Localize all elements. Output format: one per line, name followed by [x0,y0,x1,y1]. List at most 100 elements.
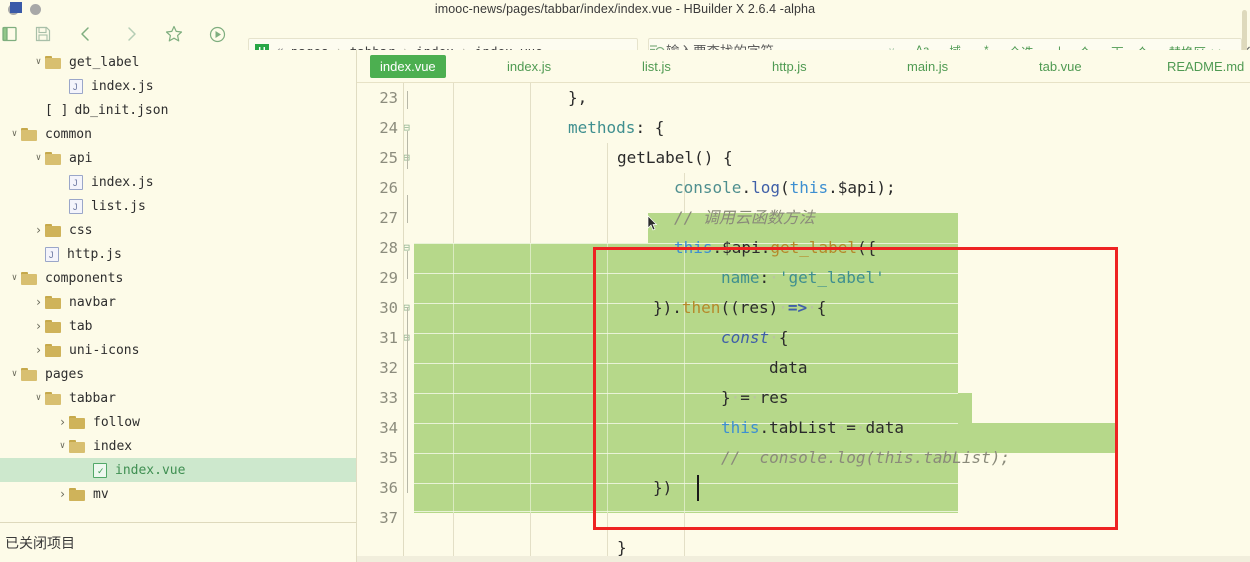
main-toolbar: U « pages › tabbar › index › index.vue ∨… [0,18,1250,64]
hbuilderx-window: imooc-news/pages/tabbar/index/index.vue … [0,0,1250,562]
chevron-down-icon[interactable]: ∨ [32,56,45,69]
folder-icon [45,319,62,333]
code-view[interactable]: 2324⊟25⊟262728⊟2930⊟31⊟323334353637 [357,83,1250,562]
tree-item-label: tabbar [69,390,116,406]
tree-item-label: common [45,126,92,142]
folder-icon [69,439,86,453]
folder-icon [21,367,38,381]
editor-tab-readme-md[interactable]: README.md [1157,55,1250,78]
folder-icon [21,271,38,285]
tree-item-get-label[interactable]: ∨ get_label [0,50,356,74]
chevron-right-icon[interactable]: › [32,343,45,357]
tree-item-label: index.vue [115,462,186,478]
tree-item-label: uni-icons [69,342,140,358]
project-file-tree[interactable]: ∨ get_label Jindex.js[ ] db_init.json ∨ commo… [0,50,356,522]
chevron-right-icon[interactable]: › [32,319,45,333]
panel-icon[interactable] [0,22,22,46]
tree-item-list-js[interactable]: Jlist.js [0,194,356,218]
editor-tab-http-js[interactable]: http.js [762,55,817,78]
chevron-down-icon[interactable]: ∨ [8,272,21,285]
line-number: 30 [379,299,398,317]
code-text-body[interactable]: }, methods: { getLabel() { console.log(t… [414,83,1250,562]
text-caret [697,475,699,501]
folder-icon [69,415,86,429]
tree-item-pages[interactable]: ∨ pages [0,362,356,386]
code-line[interactable]: // console.log(this.tabList); [721,443,1010,473]
save-icon[interactable] [31,22,55,46]
chevron-right-icon[interactable]: › [32,295,45,309]
code-line[interactable]: name:·'get_label' [721,263,885,293]
editor-tab-tab-vue[interactable]: tab.vue [1029,55,1092,78]
selection-gridline [414,333,958,334]
tree-item-index-js[interactable]: Jindex.js [0,74,356,98]
editor-tab-main-js[interactable]: main.js [897,55,958,78]
run-icon[interactable] [205,22,229,46]
tree-item-api[interactable]: ∨ api [0,146,356,170]
line-number: 27 [379,209,398,227]
tree-item-follow[interactable]: › follow [0,410,356,434]
tree-item-http-js[interactable]: Jhttp.js [0,242,356,266]
code-line[interactable]: }, [568,83,587,113]
js-file-icon: J [45,246,59,262]
code-line[interactable]: data [769,353,808,383]
line-number: 35 [379,449,398,467]
editor-tab-index-js[interactable]: index.js [497,55,561,78]
tree-item-label: mv [93,486,109,502]
line-number: 23 [379,89,398,107]
json-icon: [ ] [45,102,69,118]
tree-item-label: pages [45,366,85,382]
code-line[interactable]: const·{ [721,323,788,353]
tree-item-label: follow [93,414,140,430]
chevron-right-icon[interactable]: › [32,223,45,237]
tree-item-index-js[interactable]: Jindex.js [0,170,356,194]
tree-item-tabbar[interactable]: ∨ tabbar [0,386,356,410]
back-icon[interactable] [74,22,98,46]
tree-item-tab[interactable]: › tab [0,314,356,338]
forward-icon[interactable] [119,22,143,46]
folder-icon [45,55,62,69]
tree-item-css[interactable]: › css [0,218,356,242]
code-line[interactable]: this.$api.get_label({ [674,233,876,263]
chevron-down-icon[interactable]: ∨ [8,368,21,381]
chevron-right-icon[interactable]: › [56,415,69,429]
js-file-icon: J [69,198,83,214]
chevron-down-icon[interactable]: ∨ [56,440,69,453]
tree-item-index[interactable]: ∨ index [0,434,356,458]
status-bar: 已关闭项目 [0,522,356,562]
tree-item-navbar[interactable]: › navbar [0,290,356,314]
tree-item-uni-icons[interactable]: › uni-icons [0,338,356,362]
tree-item-common[interactable]: ∨ common [0,122,356,146]
editor-tab-index-vue[interactable]: index.vue [370,55,446,78]
title-bar: imooc-news/pages/tabbar/index/index.vue … [0,0,1250,18]
chevron-right-icon[interactable]: › [56,487,69,501]
tree-item-index-vue[interactable]: ✓ index.vue [0,458,356,482]
star-icon[interactable] [162,22,186,46]
code-line[interactable]: console.log(this.$api); [674,173,896,203]
code-line[interactable]: // 调用云函数方法 [674,203,815,233]
chevron-down-icon[interactable]: ∨ [32,392,45,405]
tree-item-mv[interactable]: › mv [0,482,356,506]
code-line[interactable]: }·=·res [721,383,788,413]
editor-tab-strip: index.vue index.js list.js http.js main.js ta… [357,50,1250,83]
vue-file-icon: ✓ [93,462,107,478]
editor-tab-list-js[interactable]: list.js [632,55,681,78]
chevron-down-icon[interactable]: ∨ [8,128,21,141]
line-number: 37 [379,509,398,527]
code-editor: index.vue index.js list.js http.js main.js ta… [357,50,1250,562]
chevron-down-icon[interactable]: ∨ [32,152,45,165]
tree-item-label: css [69,222,93,238]
code-line[interactable]: }).then((res)·=>·{ [653,293,826,323]
line-number: 36 [379,479,398,497]
tree-item-components[interactable]: ∨ components [0,266,356,290]
line-number: 31 [379,329,398,347]
selection-indent-line [684,243,685,513]
code-line[interactable]: }) [653,473,672,503]
line-number: 32 [379,359,398,377]
editor-horizontal-scrollbar[interactable] [357,556,1250,562]
line-number: 25 [379,149,398,167]
code-line[interactable]: this.tabList·=·data [721,413,904,443]
selection-gridline [414,363,958,364]
tree-item-db-init-json[interactable]: [ ] db_init.json [0,98,356,122]
code-line[interactable]: methods: { [568,113,664,143]
code-line[interactable]: getLabel() { [617,143,733,173]
